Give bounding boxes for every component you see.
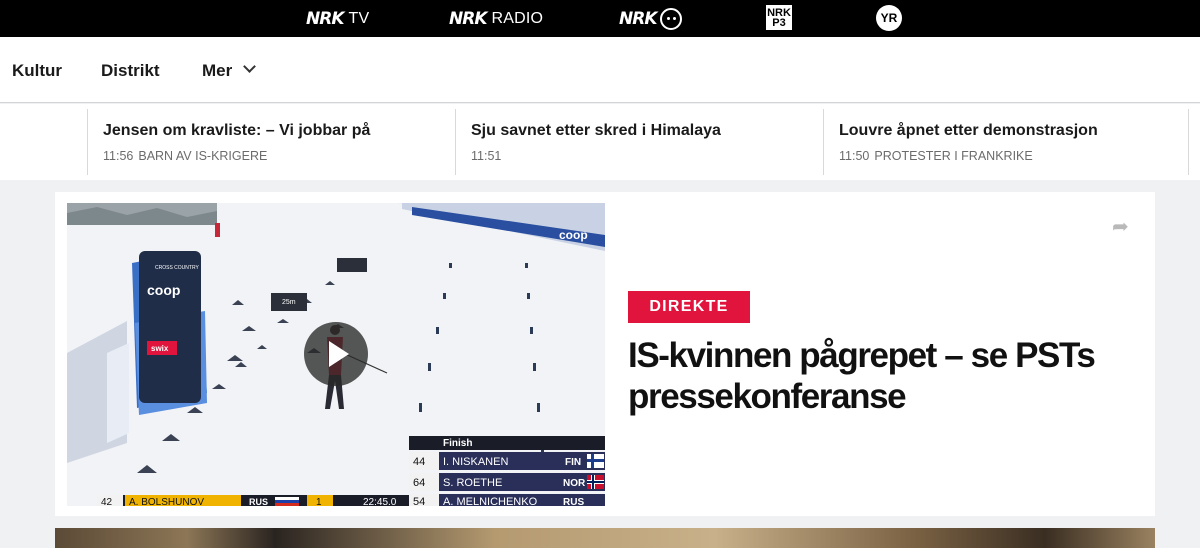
- service-bar: NRK TV NRK RADIO NRK NRK P3 YR: [0, 0, 1200, 37]
- news-title: Louvre åpnet etter demonstrasjon: [839, 122, 1098, 139]
- latest-news-item[interactable]: Sju savnet etter skred i Himalaya 11:51: [455, 109, 823, 175]
- video-player[interactable]: coop 25m coop CROSS COUNTRY swix Finish …: [67, 203, 605, 506]
- sponsor-brand: swix: [151, 344, 169, 353]
- banner-sub: CROSS COUNTRY: [155, 265, 199, 271]
- news-tag: BARN AV IS-KRIGERE: [138, 149, 268, 163]
- nrk-logo: NRK: [619, 8, 657, 29]
- nrk-tv-link[interactable]: NRK TV: [306, 0, 369, 37]
- nav-item-kultur[interactable]: Kultur: [12, 61, 62, 81]
- score-bib: 44: [413, 456, 425, 468]
- divider: [1188, 109, 1189, 175]
- news-meta: 11:51: [471, 149, 823, 163]
- headline[interactable]: IS-kvinnen pågrepet – se PSTs pressekonf…: [628, 335, 1128, 417]
- leader-rank: 1: [316, 497, 322, 506]
- leader-bib: 42: [101, 497, 113, 506]
- score-bib: 64: [413, 477, 425, 489]
- p3-logo-line2: P3: [772, 16, 786, 29]
- nrk-radio-link[interactable]: NRK RADIO: [449, 0, 543, 37]
- nrk-logo: NRK: [306, 8, 344, 29]
- yr-logo: YR: [880, 11, 898, 25]
- nrk-radio-label: RADIO: [491, 9, 544, 27]
- score-name: I. NISKANEN: [443, 456, 508, 468]
- video-thumbnail: coop 25m coop CROSS COUNTRY swix Finish …: [67, 203, 605, 506]
- share-icon[interactable]: ➦: [1112, 214, 1129, 239]
- leader-time: 22:45.0: [363, 497, 397, 506]
- nrk-p3-link[interactable]: NRK P3: [766, 5, 792, 30]
- nrk-logo: NRK: [449, 8, 487, 29]
- score-name: S. ROETHE: [443, 477, 502, 489]
- scoreboard-title: Finish: [443, 438, 472, 449]
- super-face-icon: [659, 7, 682, 30]
- latest-news-item[interactable]: Louvre åpnet etter demonstrasjon 11:50 PR…: [823, 109, 1188, 175]
- article-image: [55, 528, 1155, 548]
- main-article-card[interactable]: coop 25m coop CROSS COUNTRY swix Finish …: [55, 192, 1155, 516]
- leader-nation: RUS: [249, 497, 268, 506]
- news-title: Jensen om kravliste: – Vi jobbar på: [103, 122, 371, 139]
- score-nation: RUS: [563, 497, 584, 506]
- yr-link[interactable]: YR: [876, 5, 902, 31]
- score-nation: FIN: [565, 457, 581, 468]
- nrk-super-link[interactable]: NRK: [619, 0, 682, 37]
- distance-sign: 25m: [282, 299, 296, 306]
- p3-logo-line1: NRK: [767, 6, 791, 19]
- latest-news-strip: Jensen om kravliste: – Vi jobbar på 11:5…: [0, 104, 1200, 180]
- banner-brand: coop: [147, 282, 180, 298]
- fence-brand: coop: [559, 228, 588, 242]
- main-nav: Kultur Distrikt Mer: [0, 37, 1200, 103]
- nrk-tv-label: TV: [348, 9, 370, 27]
- nav-item-mer[interactable]: Mer: [202, 61, 232, 81]
- chevron-down-icon[interactable]: [243, 60, 256, 73]
- nav-item-distrikt[interactable]: Distrikt: [101, 61, 160, 81]
- score-bib: 54: [413, 496, 425, 506]
- latest-news-item[interactable]: Jensen om kravliste: – Vi jobbar på 11:5…: [87, 109, 455, 175]
- news-meta: 11:50 PROTESTER I FRANKRIKE: [839, 149, 1188, 163]
- news-title: Sju savnet etter skred i Himalaya: [471, 122, 721, 139]
- news-meta: 11:56 BARN AV IS-KRIGERE: [103, 149, 455, 163]
- next-article-card[interactable]: [55, 528, 1155, 548]
- score-nation: NOR: [563, 478, 586, 489]
- live-badge: DIREKTE: [628, 291, 750, 323]
- news-tag: PROTESTER I FRANKRIKE: [874, 149, 1033, 163]
- news-time: 11:50: [839, 149, 870, 163]
- news-time: 11:56: [103, 149, 134, 163]
- score-name: A. MELNICHENKO: [443, 496, 538, 506]
- news-time: 11:51: [471, 149, 502, 163]
- leader-name: A. BOLSHUNOV: [129, 497, 204, 506]
